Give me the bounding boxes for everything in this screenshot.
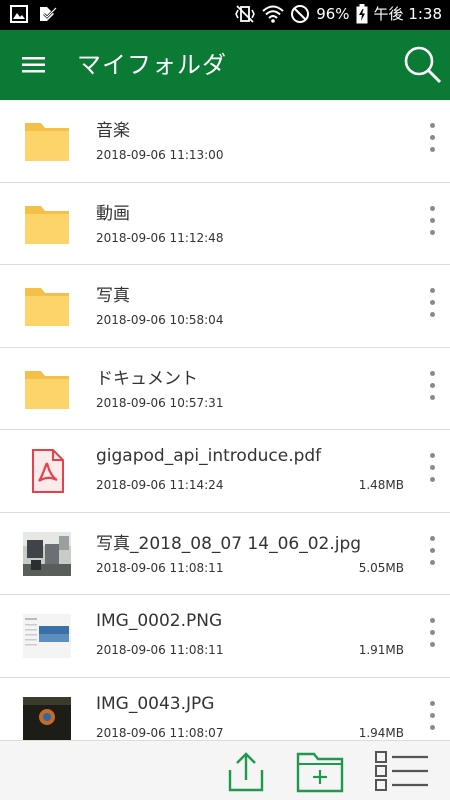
file-name: 動画 xyxy=(96,203,130,224)
file-date: 2018-09-06 11:13:00 xyxy=(96,148,224,162)
page-title: マイフォルダ xyxy=(77,51,227,79)
file-date: 2018-09-06 11:14:24 xyxy=(96,478,224,492)
list-item[interactable]: 音楽 2018-09-06 11:13:00 xyxy=(0,100,450,183)
more-options-button[interactable] xyxy=(422,285,442,325)
folder-icon xyxy=(23,282,71,330)
list-item[interactable]: 動画 2018-09-06 11:12:48 xyxy=(0,183,450,265)
more-options-button[interactable] xyxy=(422,533,442,573)
more-vert-icon xyxy=(422,618,442,647)
menu-button[interactable] xyxy=(18,50,52,80)
dnd-icon xyxy=(291,5,310,23)
app-bar: マイフォルダ xyxy=(0,30,450,100)
search-icon xyxy=(404,46,442,84)
more-options-button[interactable] xyxy=(422,203,442,243)
list-item[interactable]: 写真_2018_08_07 14_06_02.jpg 2018-09-06 11… xyxy=(0,513,450,595)
more-options-button[interactable] xyxy=(422,698,442,738)
more-options-button[interactable] xyxy=(422,368,442,408)
more-vert-icon xyxy=(422,205,442,235)
search-button[interactable] xyxy=(402,44,444,86)
new-folder-button[interactable] xyxy=(296,748,344,794)
file-name: 写真 xyxy=(96,286,130,306)
file-date: 2018-09-06 10:57:31 xyxy=(96,395,224,410)
file-date: 2018-09-06 11:08:11 xyxy=(96,560,224,575)
list-item[interactable]: IMG_0002.PNG 2018-09-06 11:08:11 1.91MB xyxy=(0,595,450,678)
new-folder-icon xyxy=(296,752,344,793)
pdf-file-icon xyxy=(23,447,71,495)
file-size: 1.91MB xyxy=(358,643,404,657)
image-thumbnail xyxy=(23,695,71,740)
image-thumbnail xyxy=(23,530,71,578)
more-vert-icon xyxy=(422,288,442,317)
bottom-toolbar xyxy=(0,740,450,800)
vibrate-icon xyxy=(235,5,256,23)
file-date: 2018-09-06 10:58:04 xyxy=(96,313,224,327)
file-name: IMG_0043.JPG xyxy=(96,693,215,714)
file-name: 写真_2018_08_07 14_06_02.jpg xyxy=(96,533,362,554)
more-vert-icon xyxy=(422,535,442,565)
list-view-icon xyxy=(375,751,428,791)
folder-icon xyxy=(23,117,71,165)
more-options-button[interactable] xyxy=(422,615,442,655)
file-date: 2018-09-06 11:08:07 xyxy=(96,725,224,740)
more-options-button[interactable] xyxy=(422,450,442,490)
upload-icon xyxy=(228,752,264,792)
file-size: 5.05MB xyxy=(358,560,404,575)
more-vert-icon xyxy=(422,370,442,400)
battery-icon xyxy=(356,4,368,24)
file-date: 2018-09-06 11:12:48 xyxy=(96,230,224,245)
list-item[interactable]: gigapod_api_introduce.pdf 2018-09-06 11:… xyxy=(0,430,450,513)
folder-icon xyxy=(23,365,71,413)
list-item[interactable]: ドキュメント 2018-09-06 10:57:31 xyxy=(0,348,450,430)
more-options-button[interactable] xyxy=(422,120,442,160)
more-vert-icon xyxy=(422,123,442,152)
battery-percent: 96% xyxy=(316,5,350,23)
file-list: 音楽 2018-09-06 11:13:00 動画 2018-09-06 11:… xyxy=(0,100,450,740)
list-view-button[interactable] xyxy=(372,748,432,794)
image-thumbnail xyxy=(23,612,71,660)
file-name: gigapod_api_introduce.pdf xyxy=(96,446,322,466)
file-name: ドキュメント xyxy=(96,368,198,389)
file-size: 1.48MB xyxy=(358,478,404,492)
hamburger-menu-icon xyxy=(22,57,45,73)
file-date: 2018-09-06 11:08:11 xyxy=(96,643,224,657)
clock: 午後 1:38 xyxy=(373,5,442,23)
list-item[interactable]: 写真 2018-09-06 10:58:04 xyxy=(0,265,450,348)
gallery-icon xyxy=(10,5,28,23)
check-icon xyxy=(40,7,57,21)
file-name: 音楽 xyxy=(96,121,130,141)
upload-button[interactable] xyxy=(222,748,270,794)
status-bar: 96% 午後 1:38 xyxy=(0,0,450,30)
wifi-icon xyxy=(262,5,284,23)
more-vert-icon xyxy=(422,700,442,730)
folder-icon xyxy=(23,200,71,248)
list-item[interactable]: IMG_0043.JPG 2018-09-06 11:08:07 1.94MB xyxy=(0,678,450,740)
more-vert-icon xyxy=(422,453,442,482)
file-name: IMG_0002.PNG xyxy=(96,611,223,631)
file-size: 1.94MB xyxy=(358,725,404,740)
